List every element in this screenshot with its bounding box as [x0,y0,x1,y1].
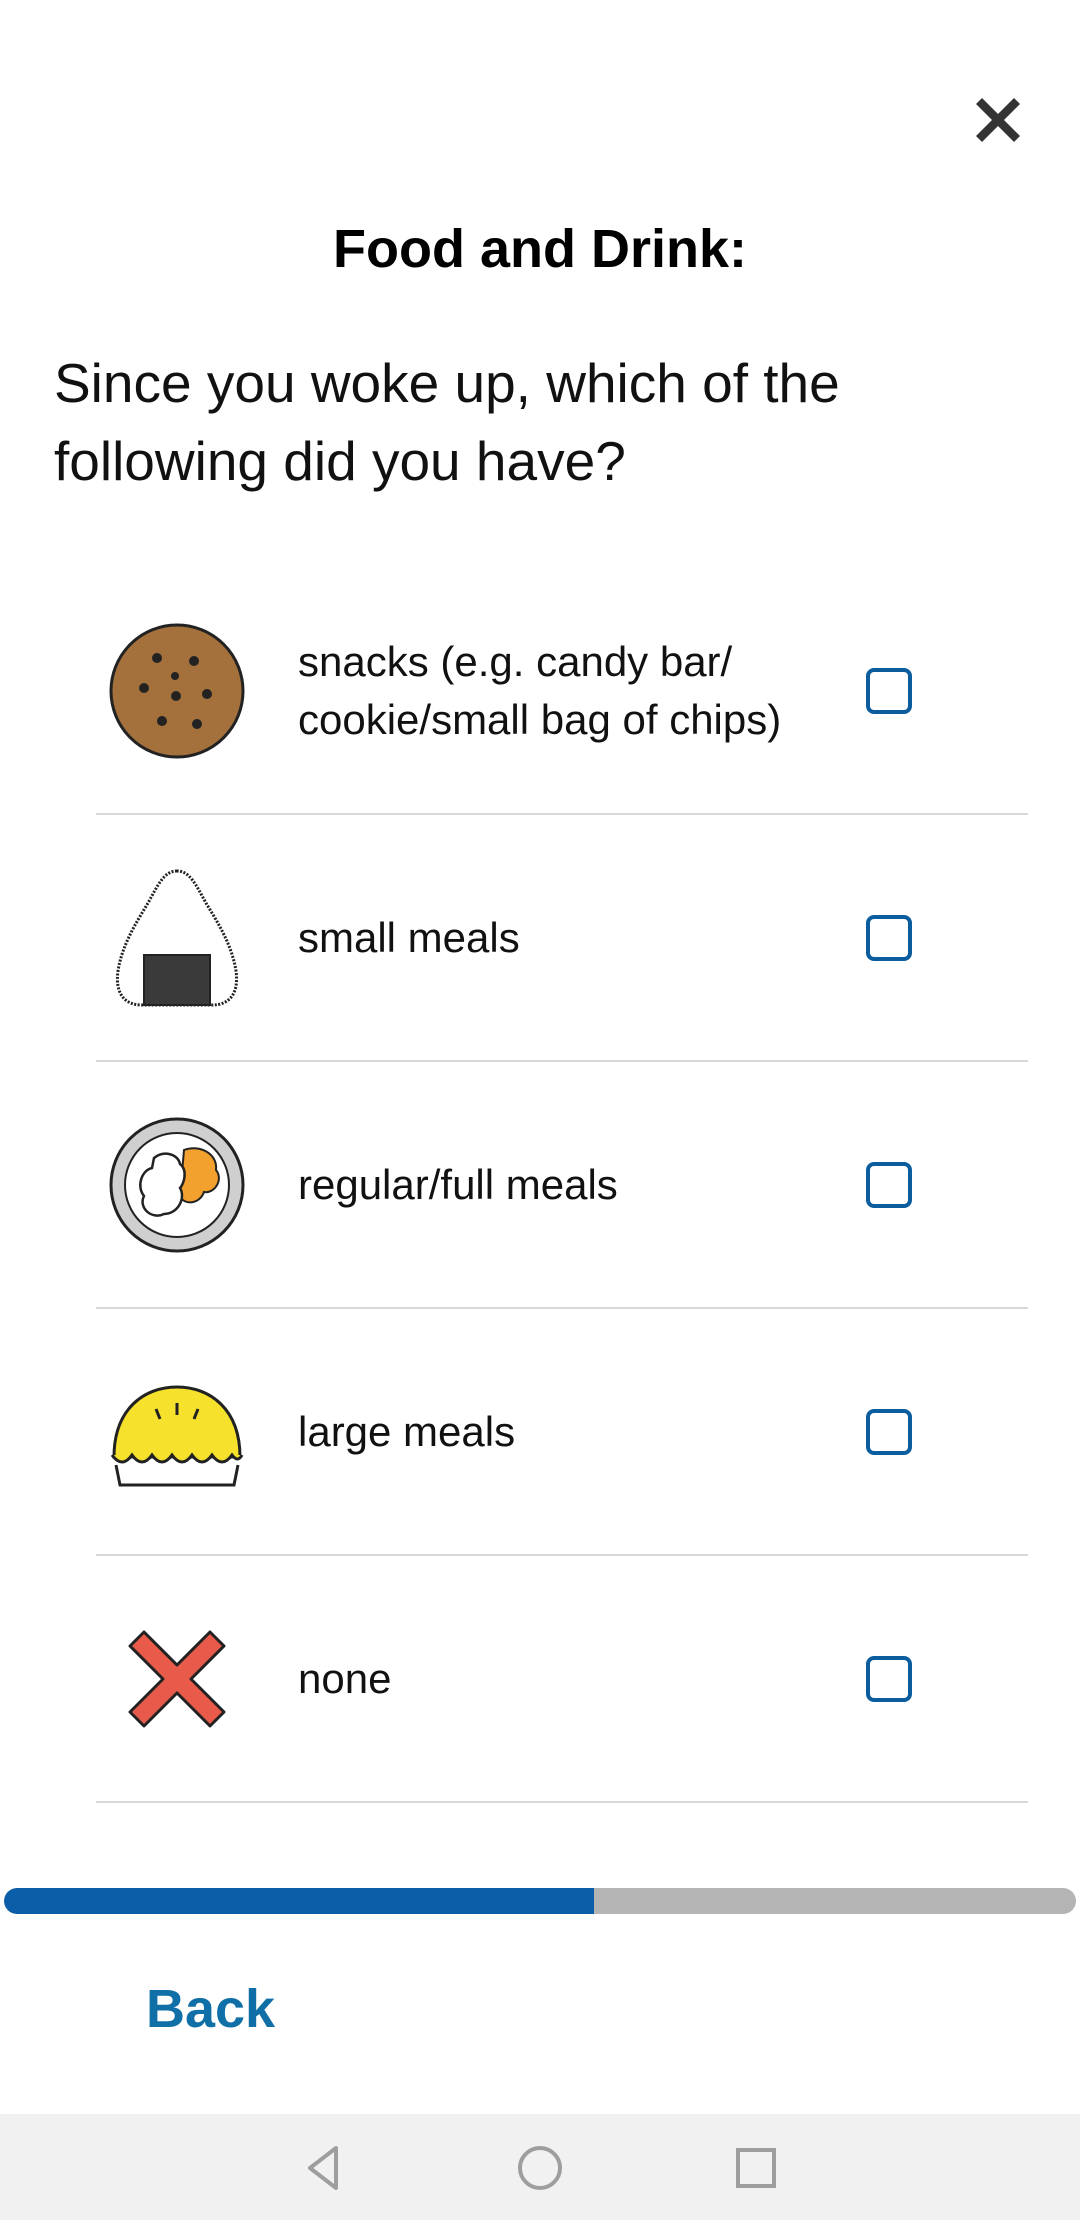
option-snacks[interactable]: snacks (e.g. candy bar/ cookie/small bag… [96,568,1028,815]
snacks-checkbox[interactable] [866,667,912,714]
option-large-meals[interactable]: large meals [96,1309,1028,1556]
regular-meals-checkbox[interactable] [866,1161,912,1208]
back-button[interactable]: Back [146,1978,275,2040]
options-list: snacks (e.g. candy bar/ cookie/small bag… [96,568,1028,1803]
option-label: snacks (e.g. candy bar/ cookie/small bag… [298,637,782,743]
option-label: small meals [298,913,520,961]
pie-icon [102,1357,252,1507]
nav-home-button[interactable] [512,2140,568,2196]
plate-icon [102,1110,252,1260]
nav-back-icon [308,2146,338,2190]
nav-home-icon [518,2146,562,2190]
option-none[interactable]: none [96,1556,1028,1803]
option-label: regular/full meals [298,1160,618,1208]
option-label: none [298,1654,392,1702]
question-text: Since you woke up, which of the followin… [54,352,840,492]
small-meals-checkbox[interactable] [866,914,912,961]
option-label: large meals [298,1407,516,1455]
system-nav-bar [0,2114,1080,2220]
page-title: Food and Drink: [333,219,747,279]
progress-fill [4,1888,594,1914]
option-small-meals[interactable]: small meals [96,815,1028,1062]
rice-ball-icon [102,863,252,1013]
large-meals-checkbox[interactable] [866,1408,912,1455]
red-x-icon [102,1604,252,1754]
nav-back-button[interactable] [296,2140,352,2196]
progress-bar [4,1888,1076,1914]
close-button[interactable] [966,88,1030,152]
none-checkbox[interactable] [866,1655,912,1702]
close-icon [976,98,1020,142]
cookie-icon [102,616,252,766]
option-regular-meals[interactable]: regular/full meals [96,1062,1028,1309]
nav-recents-icon [736,2148,776,2188]
nav-recents-button[interactable] [728,2140,784,2196]
